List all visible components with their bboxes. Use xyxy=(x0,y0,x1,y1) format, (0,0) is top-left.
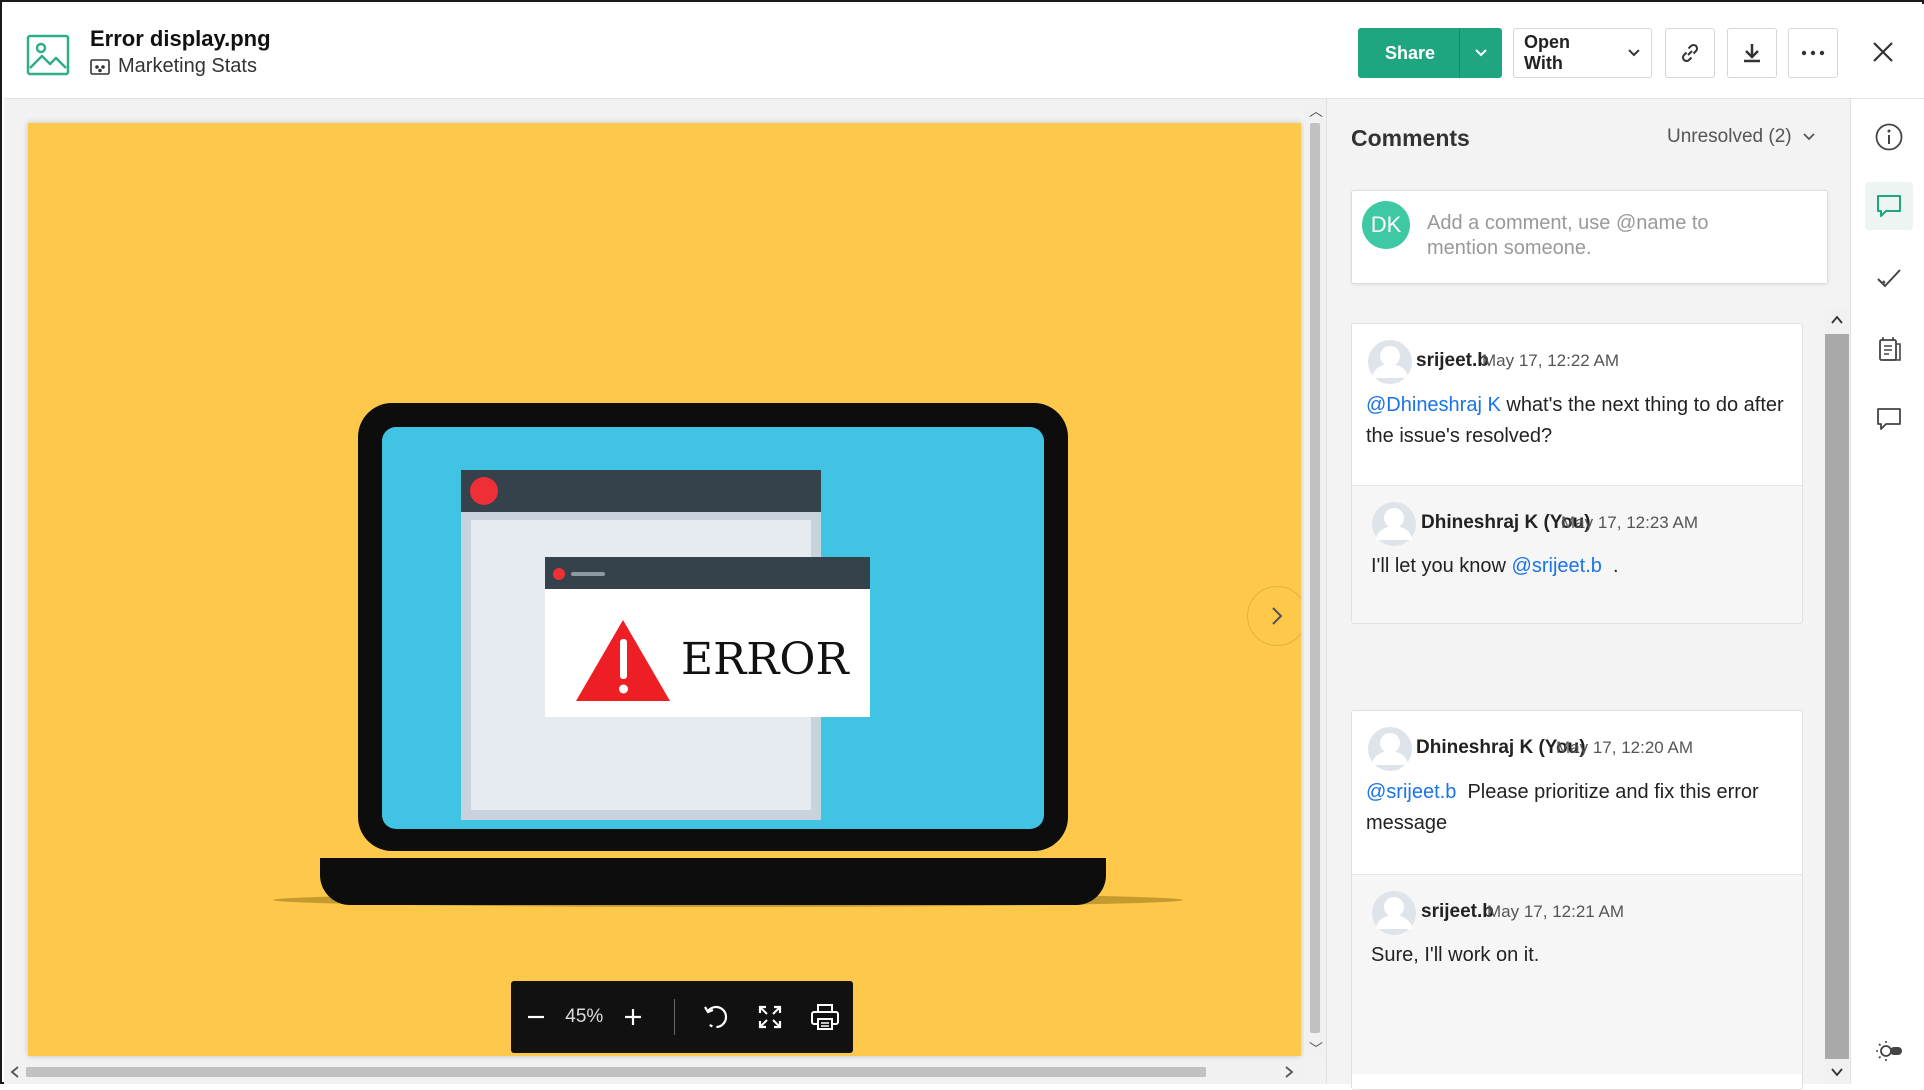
toolbar-divider xyxy=(673,999,675,1035)
scroll-down-arrow[interactable] xyxy=(1831,1067,1843,1077)
error-illustration: ERROR xyxy=(273,403,1183,907)
folder-name: Marketing Stats xyxy=(118,55,257,77)
chat-button[interactable] xyxy=(1865,395,1913,443)
fullscreen-icon xyxy=(758,1005,781,1029)
chevron-right-icon xyxy=(1272,607,1283,625)
fullscreen-button[interactable] xyxy=(742,981,797,1053)
activity-button[interactable] xyxy=(1865,325,1913,373)
minus-icon xyxy=(527,1015,544,1019)
scrollbar-thumb[interactable] xyxy=(1825,334,1849,1059)
file-title: Error display.png xyxy=(90,26,271,51)
comment-time: May 17, 12:21 AM xyxy=(1487,902,1625,921)
viewer-vertical-scrollbar[interactable]: ︿ ﹀ xyxy=(1304,99,1326,1061)
rotate-button[interactable] xyxy=(691,981,743,1053)
info-button[interactable] xyxy=(1865,113,1913,161)
comment-author[interactable]: srijeet.b xyxy=(1421,901,1494,923)
comment[interactable]: Dhineshraj K (You) May 17, 12:20 AM @sri… xyxy=(1352,711,1802,874)
mention-link[interactable]: @srijeet.b xyxy=(1512,555,1602,577)
next-image-button[interactable] xyxy=(1247,586,1301,646)
more-options-button[interactable] xyxy=(1788,28,1838,78)
comment-thread: Dhineshraj K (You) May 17, 12:20 AM @sri… xyxy=(1351,710,1803,1090)
zoom-out-button[interactable] xyxy=(511,981,561,1053)
chat-icon xyxy=(1877,408,1901,430)
share-label: Share xyxy=(1385,42,1436,63)
scroll-up-arrow[interactable] xyxy=(1831,315,1843,325)
comment[interactable]: srijeet.b May 17, 12:22 AM @Dhineshraj K… xyxy=(1352,324,1802,485)
comment-input[interactable]: Add a comment, use @name to mention some… xyxy=(1427,211,1757,261)
comment-author[interactable]: srijeet.b xyxy=(1416,350,1489,372)
error-text: ERROR xyxy=(681,634,850,685)
scrollbar-thumb[interactable] xyxy=(26,1067,1206,1077)
plus-icon xyxy=(624,1009,641,1025)
chevron-down-icon xyxy=(1802,133,1815,141)
right-sidebar-rail xyxy=(1850,99,1924,1084)
comment-reply[interactable]: srijeet.b May 17, 12:21 AM Sure, I'll wo… xyxy=(1352,874,1802,1074)
header: Error display.png Marketing Stats Share … xyxy=(4,4,1924,99)
avatar xyxy=(1368,727,1412,771)
comment-time: May 17, 12:20 AM xyxy=(1556,738,1694,757)
mention-link[interactable]: @srijeet.b xyxy=(1366,781,1456,803)
image-file-icon xyxy=(26,34,70,76)
image-preview[interactable]: ERROR xyxy=(28,123,1301,1056)
comment-text: I'll let you know @srijeet.b . xyxy=(1371,551,1791,582)
scroll-down-arrow[interactable]: ﹀ xyxy=(1309,1039,1323,1059)
comment-icon xyxy=(1877,195,1901,217)
image-viewer: ERROR 45% ︿ ﹀ xyxy=(4,99,1326,1084)
copy-link-button[interactable] xyxy=(1665,28,1715,78)
comments-scrollbar[interactable] xyxy=(1825,309,1849,1084)
open-with-label: Open With xyxy=(1524,32,1571,73)
link-icon xyxy=(1681,43,1699,63)
comment-reply[interactable]: Dhineshraj K (You) May 17, 12:23 AM I'll… xyxy=(1352,485,1802,623)
close-button[interactable] xyxy=(1865,34,1901,70)
tasks-button[interactable] xyxy=(1865,254,1913,302)
comment-body: . xyxy=(1601,555,1619,577)
open-with-button[interactable]: Open With xyxy=(1513,28,1652,78)
scroll-up-arrow[interactable]: ︿ xyxy=(1309,101,1323,121)
avatar xyxy=(1372,891,1416,935)
file-folder[interactable]: Marketing Stats xyxy=(90,55,257,78)
theme-toggle-button[interactable] xyxy=(1865,1027,1913,1075)
download-icon xyxy=(1744,44,1760,63)
mention-link[interactable]: @Dhineshraj K xyxy=(1366,394,1501,416)
comment-text: @Dhineshraj K what's the next thing to d… xyxy=(1366,390,1786,452)
comment-time: May 17, 12:23 AM xyxy=(1561,513,1699,532)
comment-text: Sure, I'll work on it. xyxy=(1371,944,1540,966)
add-comment-box[interactable]: DK Add a comment, use @name to mention s… xyxy=(1351,190,1828,284)
more-icon xyxy=(1801,50,1825,56)
comments-tab-button[interactable] xyxy=(1865,182,1913,230)
download-button[interactable] xyxy=(1727,28,1777,78)
zoom-level: 45% xyxy=(565,1006,604,1027)
comment-time: May 17, 12:22 AM xyxy=(1482,351,1620,370)
comments-title: Comments xyxy=(1351,125,1470,151)
chevron-down-icon xyxy=(1628,49,1640,57)
comment-text: @srijeet.b Please prioritize and fix thi… xyxy=(1366,777,1786,839)
share-dropdown-button[interactable] xyxy=(1459,28,1502,78)
current-user-avatar: DK xyxy=(1362,201,1410,249)
filter-label: Unresolved (2) xyxy=(1667,126,1792,147)
image-controls-toolbar: 45% xyxy=(511,981,853,1053)
comments-panel: Comments Unresolved (2) DK Add a comment… xyxy=(1326,99,1850,1090)
comment-thread: srijeet.b May 17, 12:22 AM @Dhineshraj K… xyxy=(1351,323,1803,624)
close-icon xyxy=(1873,42,1893,62)
light-toggle-icon xyxy=(1876,1041,1902,1061)
avatar xyxy=(1368,340,1412,384)
avatar xyxy=(1372,502,1416,546)
team-folder-icon xyxy=(90,58,110,75)
comment-body: I'll let you know xyxy=(1371,555,1512,577)
print-icon xyxy=(811,1004,840,1030)
checkmark-icon xyxy=(1877,269,1901,288)
viewer-horizontal-scrollbar[interactable] xyxy=(4,1061,1304,1083)
checklist-icon xyxy=(1879,337,1901,361)
scroll-left-arrow[interactable] xyxy=(10,1066,20,1078)
comment-filter-dropdown[interactable]: Unresolved (2) xyxy=(1667,126,1816,148)
info-icon xyxy=(1875,123,1903,151)
app-window: Error display.png Marketing Stats Share … xyxy=(0,0,1924,1090)
rotate-icon xyxy=(704,1005,728,1029)
zoom-in-button[interactable] xyxy=(608,981,658,1053)
scroll-right-arrow[interactable] xyxy=(1284,1066,1294,1078)
chevron-down-icon xyxy=(1475,49,1487,57)
scrollbar-thumb[interactable] xyxy=(1310,123,1320,1033)
print-button[interactable] xyxy=(798,981,853,1053)
